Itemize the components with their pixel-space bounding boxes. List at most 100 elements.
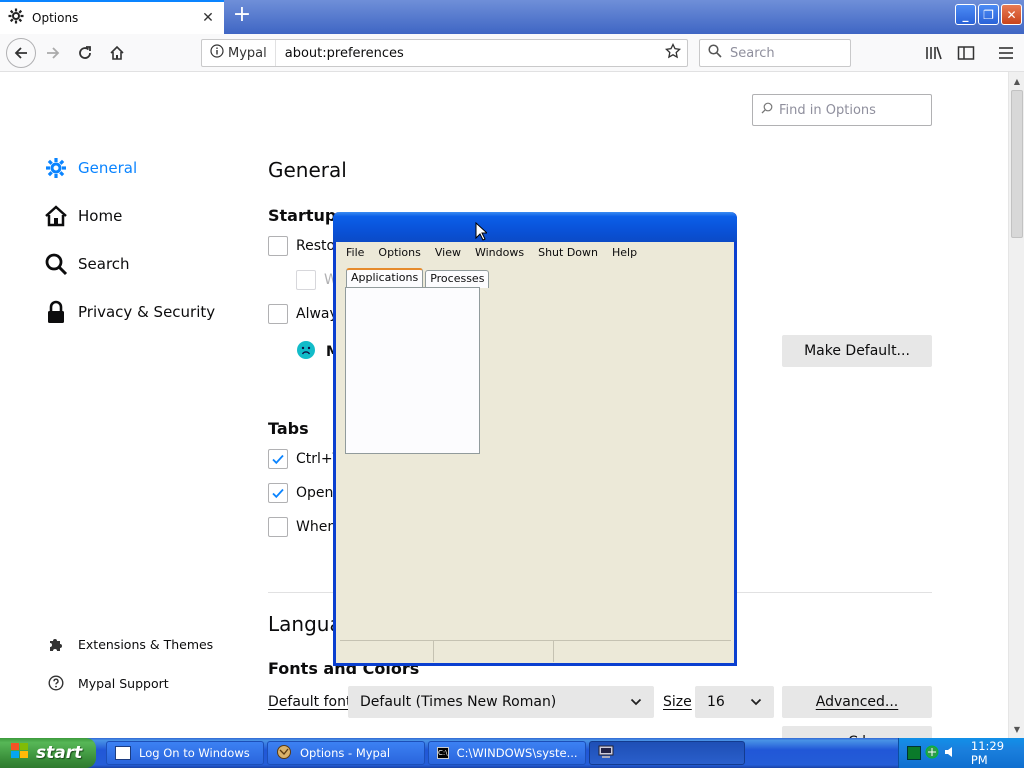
- start-button[interactable]: start: [0, 738, 96, 768]
- url-text[interactable]: about:preferences: [276, 46, 659, 61]
- status-cell: [434, 641, 554, 662]
- network-icon[interactable]: [925, 745, 939, 762]
- task-manager-window[interactable]: File Options View Windows Shut Down Help…: [333, 212, 737, 666]
- checkbox-box[interactable]: [268, 304, 288, 324]
- new-tab-button[interactable]: +: [230, 4, 254, 28]
- volume-icon[interactable]: [943, 745, 957, 762]
- search-icon: [708, 44, 722, 62]
- extensions-themes-link[interactable]: Extensions & Themes: [48, 636, 213, 652]
- support-link[interactable]: Mypal Support: [48, 675, 169, 691]
- tabs-heading: Tabs: [268, 419, 309, 438]
- taskbar: start Log On to Windows Options - Mypal …: [0, 738, 1024, 768]
- task-manager-tray-icon[interactable]: [907, 746, 921, 760]
- advanced-fonts-button[interactable]: Advanced...: [782, 686, 932, 718]
- menu-view[interactable]: View: [433, 246, 463, 259]
- task-manager-panel: [345, 287, 480, 454]
- category-label: Privacy & Security: [78, 303, 216, 321]
- chevron-down-icon: [630, 694, 642, 710]
- help-icon: [48, 675, 64, 691]
- menu-shut-down[interactable]: Shut Down: [536, 246, 600, 259]
- scroll-down-icon[interactable]: ▼: [1009, 721, 1024, 737]
- url-bar[interactable]: Mypal about:preferences: [201, 39, 688, 67]
- select-value: 16: [707, 694, 725, 710]
- checkbox-box[interactable]: [268, 449, 288, 469]
- scroll-up-icon[interactable]: ▲: [1009, 73, 1024, 89]
- start-label: start: [36, 743, 83, 763]
- checkbox-box[interactable]: [268, 483, 288, 503]
- console-icon: C:\: [437, 747, 449, 759]
- taskbar-item-task-manager[interactable]: [589, 741, 745, 765]
- restore-button[interactable]: ❐: [978, 4, 999, 25]
- select-value: Default (Times New Roman): [360, 694, 557, 710]
- library-icon[interactable]: [922, 41, 946, 65]
- checkbox-box[interactable]: [296, 270, 316, 290]
- checkbox-box[interactable]: [268, 517, 288, 537]
- menu-windows[interactable]: Windows: [473, 246, 526, 259]
- restore-session-checkbox[interactable]: Restor: [268, 236, 341, 256]
- windows-logo-icon: [10, 742, 30, 765]
- status-cell: [340, 641, 434, 662]
- status-cell: [554, 641, 731, 662]
- category-label: Search: [78, 255, 130, 273]
- puzzle-icon: [48, 636, 64, 652]
- reload-button[interactable]: [71, 39, 99, 67]
- hamburger-menu-icon[interactable]: [994, 41, 1018, 65]
- open-links-in-tabs-checkbox[interactable]: Open: [268, 483, 333, 503]
- tab-strip: Options ✕ + _ ❐ ✕: [0, 0, 1024, 34]
- taskbar-item-label: Log On to Windows: [139, 746, 250, 760]
- category-general[interactable]: General: [44, 156, 137, 180]
- minimize-button[interactable]: _: [955, 4, 976, 25]
- size-label: Size: [663, 694, 692, 710]
- task-manager-titlebar[interactable]: [333, 212, 737, 242]
- ctrl-tab-checkbox[interactable]: Ctrl+T: [268, 449, 341, 469]
- category-search[interactable]: Search: [44, 252, 130, 276]
- tab-processes[interactable]: Processes: [425, 270, 490, 288]
- task-manager-icon: [598, 745, 614, 762]
- taskbar-item-logon[interactable]: Log On to Windows: [106, 741, 264, 765]
- navigation-toolbar: Mypal about:preferences Search: [0, 34, 1024, 72]
- menu-file[interactable]: File: [344, 246, 366, 259]
- checkbox-label: When: [296, 519, 337, 535]
- home-icon: [44, 204, 68, 228]
- category-home[interactable]: Home: [44, 204, 122, 228]
- tab-applications[interactable]: Applications: [346, 268, 424, 288]
- mouse-cursor: [475, 221, 489, 246]
- taskbar-item-cmd[interactable]: C:\ C:\WINDOWS\syste...: [428, 741, 586, 765]
- task-manager-statusbar: [340, 640, 731, 662]
- tab-options[interactable]: Options ✕: [0, 0, 224, 34]
- font-size-select[interactable]: 16: [695, 686, 774, 718]
- forward-button[interactable]: [39, 39, 67, 67]
- when-open-link-checkbox[interactable]: When: [268, 517, 336, 537]
- bookmark-star-icon[interactable]: [659, 42, 687, 63]
- gear-icon: [8, 8, 24, 28]
- category-privacy-security[interactable]: Privacy & Security: [44, 300, 215, 324]
- page-scrollbar[interactable]: ▲ ▼: [1008, 72, 1024, 738]
- checkmark-icon: [272, 454, 284, 465]
- find-in-options-input[interactable]: Find in Options: [752, 94, 932, 126]
- sad-face-icon: [296, 340, 316, 364]
- scrollbar-thumb[interactable]: [1011, 90, 1023, 238]
- colors-button[interactable]: C l: [782, 726, 932, 738]
- back-button[interactable]: [6, 38, 36, 68]
- home-button[interactable]: [103, 39, 131, 67]
- search-bar[interactable]: Search: [699, 39, 851, 67]
- checkbox-box[interactable]: [268, 236, 288, 256]
- page-title: General: [268, 158, 347, 182]
- default-font-label: Default font: [268, 694, 352, 710]
- search-icon: [44, 252, 68, 276]
- startup-heading: Startup: [268, 206, 337, 225]
- sidebar-icon[interactable]: [954, 41, 978, 65]
- search-icon: [761, 102, 773, 118]
- browser-icon: [276, 744, 292, 763]
- close-window-button[interactable]: ✕: [1001, 4, 1022, 25]
- site-identity[interactable]: Mypal: [202, 40, 276, 66]
- chevron-down-icon: [750, 694, 762, 710]
- category-label: Home: [78, 207, 123, 225]
- menu-options[interactable]: Options: [376, 246, 422, 259]
- close-tab-icon[interactable]: ✕: [200, 10, 216, 26]
- default-font-select[interactable]: Default (Times New Roman): [348, 686, 654, 718]
- make-default-button[interactable]: Make Default...: [782, 335, 932, 367]
- taskbar-item-mypal[interactable]: Options - Mypal: [267, 741, 425, 765]
- menu-help[interactable]: Help: [610, 246, 639, 259]
- warn-on-quit-checkbox[interactable]: W: [296, 270, 338, 290]
